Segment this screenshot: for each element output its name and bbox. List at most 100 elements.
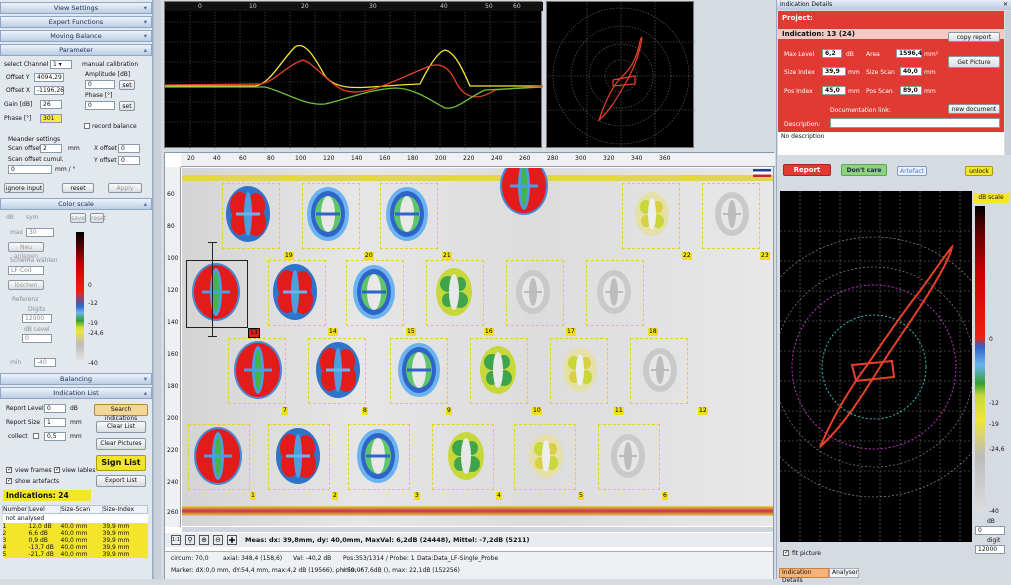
collect-checkbox[interactable] <box>33 433 39 439</box>
reset-scale-button[interactable]: reset <box>90 213 106 223</box>
indication-label-15[interactable]: 15 <box>406 328 416 336</box>
close-icon[interactable]: ✕ <box>1003 0 1008 10</box>
set-amplitude-button[interactable]: set <box>119 80 135 90</box>
signal-plot[interactable]: 0 10 20 30 40 50 60 <box>164 1 544 149</box>
indication-label-18[interactable]: 18 <box>648 328 658 336</box>
indication-frame-21[interactable] <box>380 183 438 249</box>
phase2-input[interactable]: 0 <box>85 101 115 110</box>
unlock-button[interactable]: unlock <box>965 166 993 176</box>
tab-indication-details[interactable]: Indication Details <box>779 568 829 584</box>
indication-frame-5[interactable] <box>514 424 576 490</box>
reset-button[interactable]: reset <box>62 183 94 193</box>
indication-label-4[interactable]: 4 <box>496 492 502 500</box>
indication-frame-2[interactable] <box>268 424 330 490</box>
indication-frame-19[interactable] <box>222 183 280 249</box>
view-frames-checkbox[interactable]: ✓ <box>6 467 12 473</box>
indication-frame-16[interactable] <box>426 260 484 326</box>
indication-label-14[interactable]: 14 <box>328 328 338 336</box>
search-indications-button[interactable]: Search indications <box>94 404 148 422</box>
indication-label-2[interactable]: 2 <box>332 492 338 500</box>
indication-label-16[interactable]: 16 <box>484 328 494 336</box>
offset-x-input[interactable]: -1196,26 <box>34 86 64 95</box>
c-scan-image[interactable]: 19 20 21 22 23 13 14 15 16 17 18 7 8 9 1… <box>182 168 773 526</box>
scan-offset-cumul-input[interactable]: 0 <box>8 165 52 174</box>
dont-care-button[interactable]: Don't care <box>841 164 887 176</box>
col-size-scan[interactable]: Size-Scan <box>60 505 103 514</box>
table-row[interactable]: 4 -13,7 dB 40,0 mm 39,9 mm <box>2 544 148 551</box>
save-scale-button[interactable]: save <box>70 213 86 223</box>
sign-list-button[interactable]: Sign List <box>96 455 146 471</box>
indication-frame-11[interactable] <box>550 338 608 404</box>
indication-frame-12[interactable] <box>630 338 688 404</box>
set-phase-button[interactable]: set <box>119 101 135 111</box>
indication-frame-17[interactable] <box>506 260 564 326</box>
indication-frame-1[interactable] <box>188 424 250 490</box>
report-button[interactable]: Report <box>783 164 831 176</box>
left-scrollbar[interactable] <box>153 0 161 579</box>
indication-frame-10[interactable] <box>470 338 528 404</box>
record-balance-checkbox[interactable] <box>84 123 90 129</box>
indication-frame-14[interactable] <box>268 260 326 326</box>
indication-list-header[interactable]: Indication List ▴ <box>0 387 152 399</box>
amplitude-input[interactable]: 0 <box>85 80 115 89</box>
table-row[interactable]: 1 12,0 dB 40,0 mm 39,9 mm <box>2 523 148 530</box>
zoom-out-icon[interactable]: ⊖ <box>213 535 223 545</box>
zoom-in-icon[interactable]: ⊕ <box>199 535 209 545</box>
col-number[interactable]: Number <box>2 505 29 514</box>
indication-frame-18[interactable] <box>586 260 644 326</box>
expert-functions-header[interactable]: Expert Functions ▾ <box>0 16 152 28</box>
indication-frame-6[interactable] <box>598 424 660 490</box>
report-level-input[interactable]: 0 <box>44 404 66 413</box>
ignore-input-button[interactable]: ignore input <box>4 183 44 193</box>
moving-balance-header[interactable]: Moving Balance ▾ <box>0 30 152 42</box>
tab-analyser[interactable]: Analyser <box>829 568 859 578</box>
col-level[interactable]: Level <box>28 505 61 514</box>
report-size-input[interactable]: 1 <box>44 418 66 427</box>
apply-button[interactable]: Apply <box>108 183 142 193</box>
get-picture-button[interactable]: Get Picture <box>948 56 1000 68</box>
copy-report-button[interactable]: copy report <box>948 32 1000 42</box>
new-document-button[interactable]: new document <box>948 104 1000 114</box>
indication-frame-8[interactable] <box>308 338 366 404</box>
table-row[interactable]: 3 0,9 dB 40,0 mm 39,9 mm <box>2 537 148 544</box>
export-list-button[interactable]: Export List <box>96 475 146 487</box>
selected-indication-frame-13[interactable] <box>186 260 248 328</box>
schema-select[interactable]: LF-Coil <box>8 266 44 275</box>
collect-input[interactable]: 0,5 <box>44 432 66 441</box>
crosshair-icon[interactable]: ✚ <box>227 535 237 545</box>
y-offset-input[interactable]: 0 <box>118 156 140 165</box>
channel-select[interactable]: 1 ▾ <box>50 60 72 69</box>
offset-y-input[interactable]: 4094,29 <box>34 73 64 82</box>
lissajous-plot-large[interactable] <box>743 191 1005 542</box>
indication-label-7[interactable]: 7 <box>282 407 288 415</box>
clear-list-button[interactable]: Clear List <box>96 421 146 433</box>
show-artefacts-checkbox[interactable]: ✓ <box>6 478 12 484</box>
indication-frame-3[interactable] <box>348 424 410 490</box>
loeschen-button[interactable]: löschen <box>8 280 44 290</box>
not-analysed-group[interactable]: not analysed <box>3 514 148 524</box>
indication-label-12[interactable]: 12 <box>698 407 708 415</box>
lissajous-plot-small[interactable] <box>546 1 695 149</box>
db-checkbox-label[interactable]: dB <box>6 214 14 221</box>
indication-label-23[interactable]: 23 <box>760 252 770 260</box>
view-lables-checkbox[interactable]: ✓ <box>54 467 60 473</box>
measure-cursor-line[interactable] <box>212 242 213 336</box>
indication-label-19[interactable]: 19 <box>284 252 294 260</box>
min-input[interactable]: -40 <box>34 358 56 367</box>
scan-offset-input[interactable]: 2 <box>40 144 62 153</box>
indication-label-20[interactable]: 20 <box>364 252 374 260</box>
indication-frame-23[interactable] <box>702 183 760 249</box>
indication-label-1[interactable]: 1 <box>250 492 256 500</box>
zoom-icon[interactable]: ⚲ <box>185 535 195 545</box>
phase-input[interactable]: 301 <box>40 114 62 123</box>
indication-label-17[interactable]: 17 <box>566 328 576 336</box>
digits-input[interactable]: 12000 <box>22 314 52 323</box>
parameter-header[interactable]: Parameter ▴ <box>0 44 152 56</box>
indication-label-6[interactable]: 6 <box>662 492 668 500</box>
indication-frame-20[interactable] <box>302 183 360 249</box>
neu-anlegen-button[interactable]: Neu anlegen <box>8 242 44 260</box>
scan-scrollbar[interactable] <box>182 527 773 532</box>
indication-frame-7[interactable] <box>228 338 286 404</box>
indication-frame-9[interactable] <box>390 338 448 404</box>
description-input[interactable] <box>830 118 1000 128</box>
